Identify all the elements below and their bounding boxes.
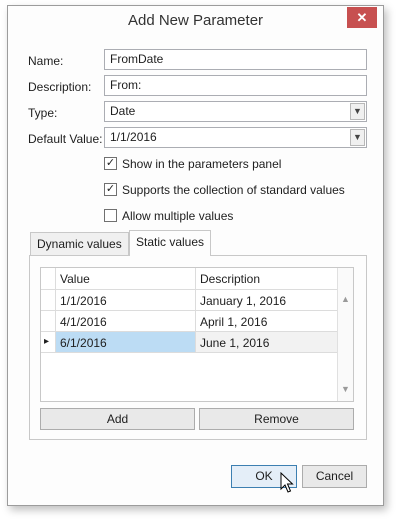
title-bar: Add New Parameter ✕ xyxy=(8,6,383,36)
supports-standard-values-label: Supports the collection of standard valu… xyxy=(122,183,345,197)
mouse-cursor-icon xyxy=(280,472,294,493)
row-indicator-header xyxy=(41,268,56,290)
add-button[interactable]: Add xyxy=(40,408,195,430)
chevron-down-icon[interactable]: ▼ xyxy=(350,103,365,120)
table-cell-value-selected[interactable]: 6/1/2016 xyxy=(56,332,196,353)
name-label: Name: xyxy=(28,54,64,68)
column-header-value[interactable]: Value xyxy=(56,268,196,290)
close-icon: ✕ xyxy=(356,10,368,25)
row-indicator xyxy=(41,311,56,332)
supports-standard-values-checkbox[interactable]: ✓ xyxy=(104,183,117,196)
close-button[interactable]: ✕ xyxy=(347,7,377,28)
static-values-grid[interactable]: Value Description 1/1/2016 January 1, 20… xyxy=(40,267,354,402)
table-cell-value[interactable]: 4/1/2016 xyxy=(56,311,196,332)
allow-multiple-checkbox[interactable] xyxy=(104,209,117,222)
description-label: Description: xyxy=(28,80,92,94)
current-row-icon: ▸ xyxy=(41,332,56,353)
add-parameter-dialog: Add New Parameter ✕ Name: FromDate Descr… xyxy=(7,5,384,506)
tab-dynamic-values[interactable]: Dynamic values xyxy=(30,232,129,256)
name-field[interactable]: FromDate xyxy=(104,49,367,70)
scroll-up-icon[interactable]: ▲ xyxy=(338,294,353,304)
table-cell-value[interactable]: 1/1/2016 xyxy=(56,290,196,311)
table-cell-description[interactable]: January 1, 2016 xyxy=(196,290,338,311)
cancel-button[interactable]: Cancel xyxy=(302,465,367,488)
description-field[interactable]: From: xyxy=(104,75,367,96)
scroll-down-icon[interactable]: ▼ xyxy=(338,384,353,394)
tab-static-values[interactable]: Static values xyxy=(129,230,212,256)
static-values-panel: Value Description 1/1/2016 January 1, 20… xyxy=(29,255,367,440)
type-label: Type: xyxy=(28,106,58,120)
type-value: Date xyxy=(110,104,136,118)
grid-scrollbar[interactable]: ▲ ▼ xyxy=(337,268,353,401)
show-in-panel-checkbox[interactable]: ✓ xyxy=(104,157,117,170)
dialog-title: Add New Parameter xyxy=(127,12,264,29)
column-header-description[interactable]: Description xyxy=(196,268,338,290)
allow-multiple-label: Allow multiple values xyxy=(122,209,234,223)
row-indicator xyxy=(41,290,56,311)
remove-button[interactable]: Remove xyxy=(199,408,354,430)
default-value-label: Default Value: xyxy=(28,132,103,146)
table-cell-description[interactable]: June 1, 2016 xyxy=(196,332,338,353)
chevron-down-icon[interactable]: ▼ xyxy=(350,129,365,146)
show-in-panel-label: Show in the parameters panel xyxy=(122,157,282,171)
table-cell-description[interactable]: April 1, 2016 xyxy=(196,311,338,332)
type-combobox[interactable]: Date ▼ xyxy=(104,101,367,122)
default-value: 1/1/2016 xyxy=(110,130,157,144)
default-value-combobox[interactable]: 1/1/2016 ▼ xyxy=(104,127,367,148)
